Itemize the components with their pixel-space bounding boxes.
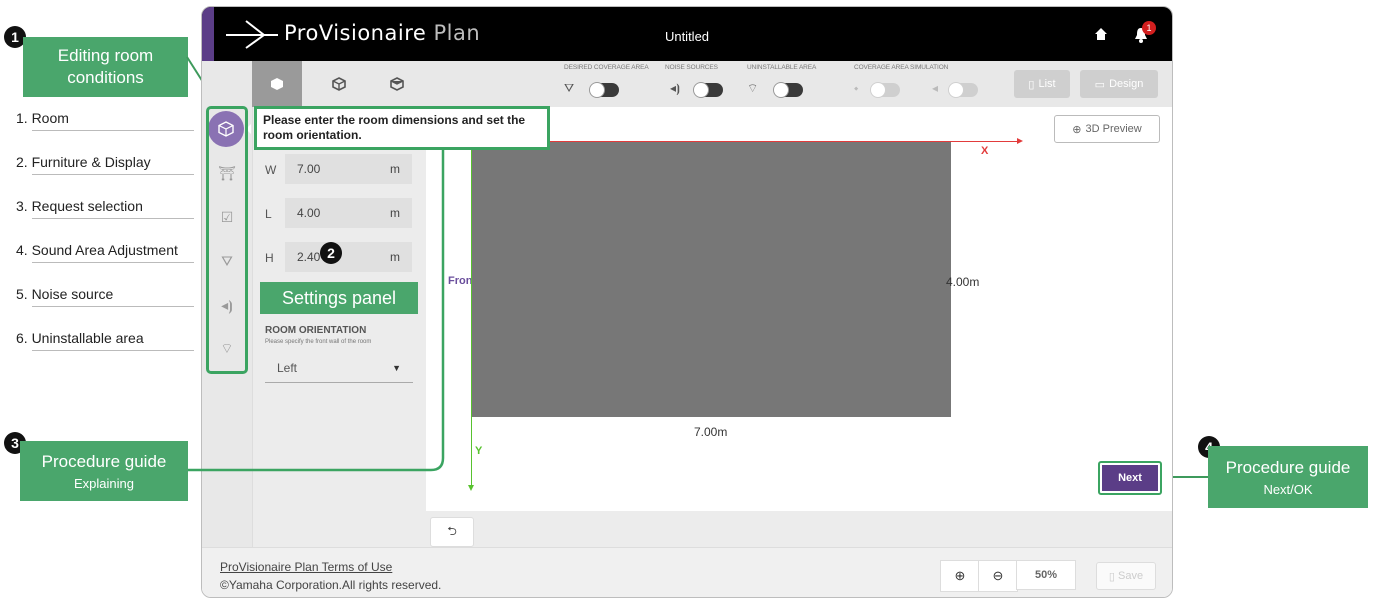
notification-badge: 1 bbox=[1142, 21, 1156, 35]
terms-link[interactable]: ProVisionaire Plan Terms of Use bbox=[220, 560, 392, 574]
accent-edge bbox=[202, 7, 214, 61]
toggle-noise-sources[interactable] bbox=[693, 82, 723, 98]
settings-panel-callout: Settings panel bbox=[260, 282, 418, 314]
toggle-simulation-a[interactable] bbox=[870, 82, 900, 98]
back-arrow-icon: ⮌ bbox=[447, 523, 457, 538]
procedure-guide-next-callout: Procedure guide Next/OK bbox=[1208, 446, 1368, 508]
y-axis-line bbox=[471, 141, 472, 487]
explaining-label: Explaining bbox=[74, 476, 134, 491]
procedure-guide-tooltip: Please enter the room dimensions and set… bbox=[254, 106, 550, 150]
step-furniture-display: 2. Furniture & Display bbox=[16, 154, 151, 170]
procedure-guide-label: Procedure guide bbox=[1225, 458, 1351, 477]
logo-prefix: ProVisionaire bbox=[284, 21, 427, 45]
annotation-number-2: 2 bbox=[320, 242, 342, 264]
guide-message: Please enter the room dimensions and set… bbox=[263, 113, 526, 142]
next-button[interactable]: Next bbox=[1098, 461, 1162, 495]
x-axis-arrow-icon bbox=[1017, 138, 1023, 144]
step-divider bbox=[32, 306, 194, 307]
list-button[interactable]: ▯ List bbox=[1014, 70, 1070, 98]
logo-suffix: Plan bbox=[433, 21, 481, 45]
step-divider bbox=[32, 262, 194, 263]
cube-front-icon bbox=[271, 78, 283, 90]
step-divider bbox=[32, 130, 194, 131]
globe-icon: ⊕ bbox=[1072, 123, 1082, 136]
editing-room-conditions-callout: Editing room conditions bbox=[23, 37, 188, 97]
step-divider bbox=[32, 350, 194, 351]
app-logo: ProVisionaire Plan bbox=[284, 21, 480, 45]
tab-top-view[interactable] bbox=[372, 61, 422, 107]
procedure-guide-label: Procedure guide bbox=[41, 452, 167, 471]
step-divider bbox=[32, 174, 194, 175]
toggle-label-simulation: COVERAGE AREA SIMULATION bbox=[854, 64, 949, 71]
length-dimension-label: 4.00m bbox=[946, 275, 980, 289]
cube-side-icon bbox=[332, 77, 346, 91]
front-wall-label: Front bbox=[448, 275, 471, 287]
home-icon[interactable] bbox=[1094, 27, 1108, 41]
toggle-label-noise: NOISE SOURCES bbox=[665, 64, 718, 71]
speaker-small-icon: ◂ bbox=[932, 81, 939, 95]
room-canvas[interactable]: X Y Front 4.00m 7.00m ⊕3D Preview Next bbox=[426, 107, 1172, 511]
speaker-icon: ◂⦘ bbox=[670, 81, 681, 95]
zoom-level: 50% bbox=[1016, 560, 1076, 590]
zoom-out-button[interactable]: ⊖ bbox=[978, 560, 1018, 592]
y-axis-label: Y bbox=[475, 445, 483, 457]
width-dimension-label: 7.00m bbox=[694, 425, 728, 439]
tab-side-view[interactable] bbox=[314, 61, 364, 107]
logo-icon bbox=[226, 20, 278, 49]
rail-connector bbox=[186, 370, 216, 480]
zoom-in-button[interactable]: ⊕ bbox=[940, 560, 980, 592]
save-button[interactable]: ▯ Save bbox=[1096, 562, 1156, 590]
app-header: ProVisionaire Plan Untitled 1 bbox=[202, 7, 1172, 61]
x-axis-label: X bbox=[981, 145, 989, 157]
step-uninstallable-area: 6. Uninstallable area bbox=[16, 330, 144, 346]
zoom-out-icon: ⊖ bbox=[992, 568, 1004, 583]
design-icon: ▭ bbox=[1094, 78, 1106, 91]
tab-2d-view[interactable] bbox=[252, 61, 302, 107]
editing-room-conditions-label: Editing room conditions bbox=[57, 46, 154, 87]
list-icon: ▯ bbox=[1028, 78, 1035, 91]
step-noise-source: 5. Noise source bbox=[16, 286, 114, 302]
canvas-bottom-bar: ⮌ bbox=[426, 511, 1172, 547]
step-request-selection: 3. Request selection bbox=[16, 198, 143, 214]
step-divider bbox=[32, 218, 194, 219]
zoom-in-icon: ⊕ bbox=[954, 568, 966, 583]
microphone-icon: ⬩ bbox=[854, 81, 859, 95]
back-button[interactable]: ⮌ bbox=[430, 517, 474, 547]
toggle-uninstallable-area[interactable] bbox=[773, 82, 803, 98]
next-ok-label: Next/OK bbox=[1263, 482, 1313, 497]
toggle-desired-coverage[interactable] bbox=[589, 82, 619, 98]
x-axis-line bbox=[471, 141, 1021, 142]
copyright-text: ©Yamaha Corporation.All rights reserved. bbox=[220, 578, 442, 592]
design-button[interactable]: ▭ Design bbox=[1080, 70, 1158, 98]
room-rectangle[interactable] bbox=[471, 141, 951, 417]
procedure-guide-explaining-callout: Procedure guide Explaining bbox=[20, 441, 188, 501]
coverage-area-icon: ⛛ bbox=[564, 81, 575, 95]
toggle-simulation-b[interactable] bbox=[948, 82, 978, 98]
cube-top-icon bbox=[390, 77, 404, 91]
uninstallable-area-icon: ⌔ bbox=[747, 81, 759, 95]
footer: ProVisionaire Plan Terms of Use ©Yamaha … bbox=[202, 547, 1172, 597]
step-room: 1. Room bbox=[16, 110, 69, 126]
3d-preview-button[interactable]: ⊕ 3D Preview bbox=[1054, 115, 1160, 143]
step-sound-area-adjustment: 4. Sound Area Adjustment bbox=[16, 242, 178, 258]
toggle-label-coverage: DESIRED COVERAGE AREA bbox=[564, 64, 649, 71]
document-title: Untitled bbox=[664, 29, 710, 44]
y-axis-arrow-icon bbox=[468, 485, 474, 491]
toggle-label-uninstallable: UNINSTALLABLE AREA bbox=[747, 64, 817, 71]
save-icon: ▯ bbox=[1108, 570, 1115, 583]
